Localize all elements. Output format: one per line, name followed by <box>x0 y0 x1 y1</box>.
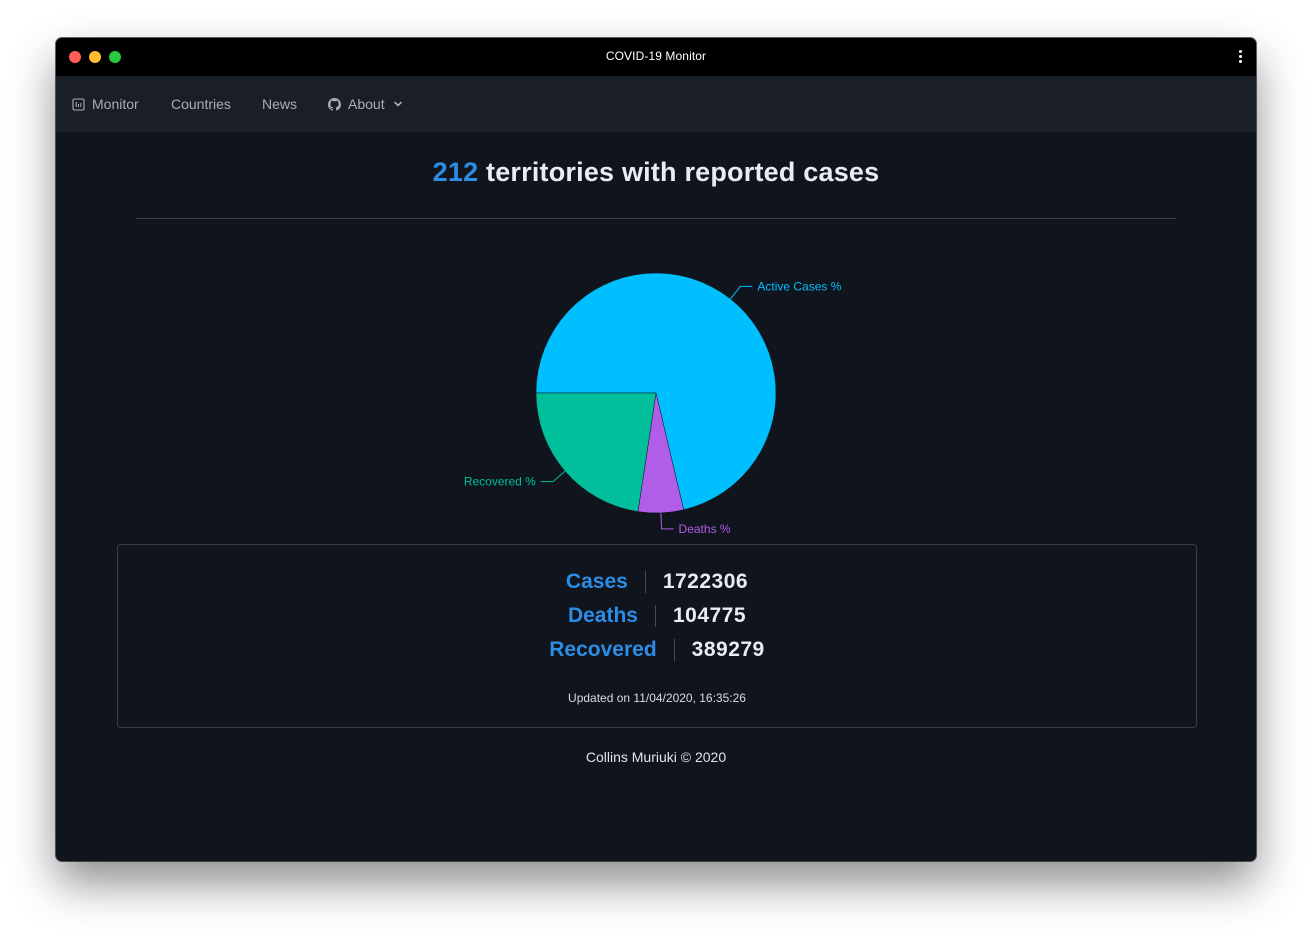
pie-leader-line <box>660 512 674 530</box>
pie-label: Recovered % <box>464 475 536 489</box>
pie-label: Active Cases % <box>757 279 841 293</box>
stat-value-cases: 1722306 <box>662 570 749 593</box>
stat-label-deaths: Deaths <box>567 604 638 627</box>
stat-value-recovered: 389279 <box>691 638 765 661</box>
pie-slice-recovered[interactable] <box>535 392 657 512</box>
stat-separator <box>654 605 656 627</box>
stat-row-recovered: Recovered 389279 <box>118 635 1196 665</box>
app-window: COVID-19 Monitor Monitor Countries News … <box>56 38 1256 861</box>
stat-separator <box>644 571 646 593</box>
stat-separator <box>673 639 675 661</box>
pie-leader-line <box>540 470 566 483</box>
cases-pie-chart: Active Cases % Deaths % Recovered % <box>464 272 842 536</box>
footer-credit: Collins Muriuki © 2020 <box>585 749 727 765</box>
stat-row-cases: Cases 1722306 <box>118 567 1196 597</box>
pie-label: Deaths % <box>679 522 731 536</box>
stat-value-deaths: 104775 <box>672 604 747 627</box>
last-updated-text: Updated on 11/04/2020, 16:35:26 <box>568 691 746 705</box>
stats-card: Cases 1722306 Deaths 104775 Recovered 38… <box>117 544 1197 728</box>
stat-label-cases: Cases <box>565 570 628 593</box>
stat-label-recovered: Recovered <box>549 638 657 661</box>
pie-leader-line <box>730 285 753 300</box>
stat-row-deaths: Deaths 104775 <box>118 601 1196 631</box>
